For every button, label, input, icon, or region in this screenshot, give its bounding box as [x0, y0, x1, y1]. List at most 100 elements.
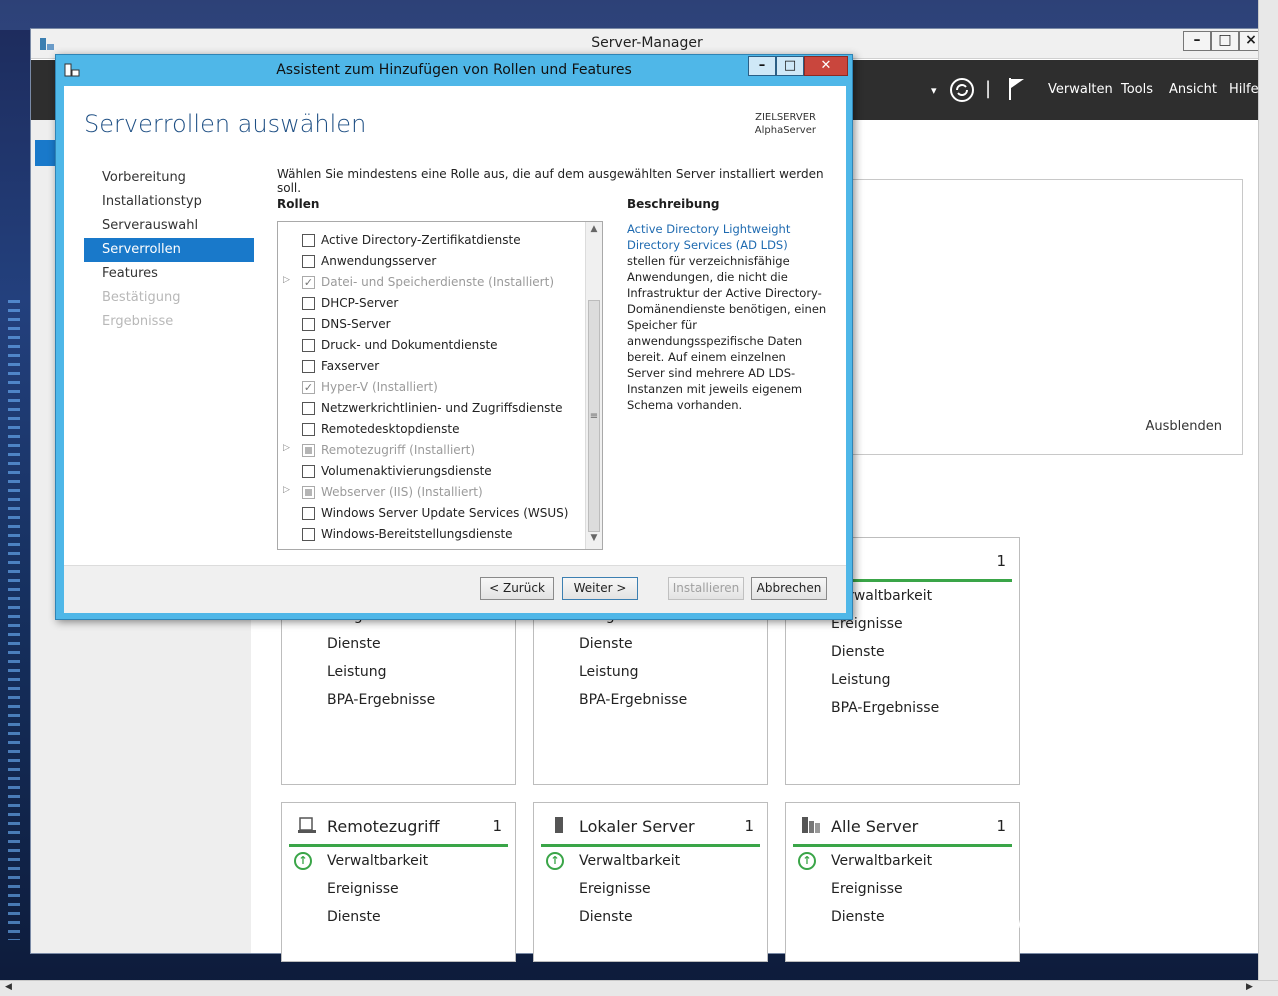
page-vertical-scrollbar[interactable] — [1258, 0, 1278, 980]
step-serverauswahl[interactable]: Serverauswahl — [84, 214, 254, 238]
role-item[interactable]: DHCP-Server — [278, 293, 586, 314]
tile-count: 1 — [996, 817, 1006, 835]
tile-row[interactable]: ↑ Verwaltbarkeit — [282, 847, 515, 875]
role-checkbox[interactable] — [302, 297, 315, 310]
flag-notifications-icon[interactable] — [1007, 76, 1027, 102]
menu-verwalten[interactable]: Verwalten — [1048, 82, 1113, 97]
tile-row[interactable]: Dienste — [786, 903, 1019, 931]
role-checkbox[interactable] — [302, 360, 315, 373]
maximize-button[interactable]: □ — [1211, 31, 1239, 51]
role-item[interactable]: Active Directory-Zertifikatdienste — [278, 230, 586, 251]
page-title: Serverrollen auswählen — [84, 110, 367, 138]
local-server-icon — [555, 817, 563, 833]
role-checkbox[interactable] — [302, 234, 315, 247]
role-item[interactable]: DNS-Server — [278, 314, 586, 335]
role-checkbox: ✓ — [302, 276, 315, 289]
step-vorbereitung[interactable]: Vorbereitung — [84, 166, 254, 190]
role-item[interactable]: Remotedesktopdienste — [278, 419, 586, 440]
wizard-minimize-button[interactable]: – — [748, 56, 776, 76]
cancel-button[interactable]: Abbrechen — [751, 577, 827, 600]
tile-row[interactable]: Leistung — [534, 658, 767, 686]
role-label: Datei- und Speicherdienste (Installiert) — [321, 275, 554, 289]
tile-row[interactable]: Leistung — [786, 666, 1019, 694]
menu-tools[interactable]: Tools — [1121, 82, 1153, 97]
expand-arrow-icon[interactable]: ▷ — [283, 443, 290, 453]
description-link[interactable]: Active Directory Lightweight Directory S… — [627, 222, 790, 252]
tile-row[interactable]: BPA-Ergebnisse — [786, 694, 1019, 722]
sidebar-selected-marker — [35, 140, 55, 166]
role-checkbox: ✓ — [302, 381, 315, 394]
refresh-icon[interactable] — [949, 77, 975, 103]
role-description: Active Directory Lightweight Directory S… — [627, 221, 827, 413]
tile-row[interactable]: Dienste — [282, 630, 515, 658]
back-button[interactable]: < Zurück — [480, 577, 554, 600]
scroll-right-icon[interactable]: ▶ — [1246, 982, 1253, 992]
role-item[interactable]: Faxserver — [278, 356, 586, 377]
scroll-up-icon[interactable]: ▲ — [588, 224, 600, 238]
role-item[interactable]: Netzwerkrichtlinien- und Zugriffsdienste — [278, 398, 586, 419]
tile-row[interactable]: Dienste — [534, 903, 767, 931]
roles-list[interactable]: ▲ ≡ ▼ Active Directory-Zertifikatdienste… — [277, 221, 603, 550]
tile-row[interactable]: Ereignisse — [282, 875, 515, 903]
next-button[interactable]: Weiter > — [562, 577, 638, 600]
server-rack-lights — [8, 300, 20, 940]
expand-arrow-icon[interactable]: ▷ — [283, 275, 290, 285]
wizard-close-button[interactable]: ✕ — [804, 56, 848, 76]
tile-row[interactable]: Dienste — [786, 638, 1019, 666]
tile-row[interactable]: Dienste — [534, 630, 767, 658]
page-horizontal-scrollbar[interactable]: ◀ ▶ — [0, 980, 1278, 996]
tile-row[interactable]: ↑ Verwaltbarkeit — [786, 847, 1019, 875]
tile-remotezugriff[interactable]: Remotezugriff 1 ↑ Verwaltbarkeit Ereignis… — [281, 802, 516, 962]
role-checkbox[interactable] — [302, 528, 315, 541]
step-serverrollen[interactable]: Serverrollen — [84, 238, 254, 262]
tile-row[interactable]: ↑ Verwaltbarkeit — [534, 847, 767, 875]
scroll-thumb[interactable]: ≡ — [588, 300, 600, 532]
role-checkbox[interactable] — [302, 339, 315, 352]
tile-title: Alle Server — [831, 817, 919, 836]
expand-arrow-icon[interactable]: ▷ — [283, 485, 290, 495]
role-label: Webserver (IIS) (Installiert) — [321, 485, 483, 499]
role-item[interactable]: Volumenaktivierungsdienste — [278, 461, 586, 482]
tile-row[interactable]: BPA-Ergebnisse — [534, 686, 767, 714]
role-checkbox[interactable] — [302, 465, 315, 478]
wizard-titlebar[interactable]: Assistent zum Hinzufügen von Rollen und … — [56, 55, 852, 85]
license-watermark: Die Windows-Lizenz ist gültig für 171 Ta… — [989, 914, 1268, 954]
tile-row[interactable]: Ereignisse — [534, 875, 767, 903]
role-item[interactable]: Anwendungsserver — [278, 251, 586, 272]
menu-ansicht[interactable]: Ansicht — [1169, 82, 1217, 97]
role-checkbox[interactable] — [302, 318, 315, 331]
dropdown-arrow-icon[interactable]: ▾ — [931, 84, 937, 97]
role-checkbox[interactable] — [302, 423, 315, 436]
role-item[interactable]: Druck- und Dokumentdienste — [278, 335, 586, 356]
tile-row[interactable]: BPA-Ergebnisse — [282, 686, 515, 714]
roles-scrollbar[interactable]: ▲ ≡ ▼ — [585, 222, 602, 549]
tile-count: 1 — [996, 552, 1006, 570]
tile-row[interactable]: Leistung — [282, 658, 515, 686]
scroll-down-icon[interactable]: ▼ — [588, 533, 600, 547]
role-checkbox[interactable] — [302, 402, 315, 415]
build-text: Build 92 — [1210, 936, 1268, 952]
tile-title: Remotezugriff — [327, 817, 440, 836]
step-installationstyp[interactable]: Installationstyp — [84, 190, 254, 214]
role-checkbox[interactable] — [302, 507, 315, 520]
hide-welcome-link[interactable]: Ausblenden — [1146, 419, 1223, 434]
remote-access-icon — [298, 817, 316, 833]
tile-lokaler-server[interactable]: Lokaler Server 1 ↑ Verwaltbarkeit Ereigni… — [533, 802, 768, 962]
minimize-button[interactable]: – — [1183, 31, 1211, 51]
target-server-label: ZIELSERVER — [755, 112, 816, 123]
tile-alle-server[interactable]: Alle Server 1 ↑ Verwaltbarkeit Ereignisse… — [785, 802, 1020, 962]
scroll-left-icon[interactable]: ◀ — [5, 982, 12, 992]
role-checkbox[interactable] — [302, 255, 315, 268]
step-features[interactable]: Features — [84, 262, 254, 286]
tile-row[interactable]: Ereignisse — [786, 875, 1019, 903]
tile-header: Lokaler Server 1 — [541, 803, 760, 847]
role-item[interactable]: Windows Server Update Services (WSUS) — [278, 503, 586, 524]
menu-hilfe[interactable]: Hilfe — [1229, 82, 1259, 97]
role-item[interactable]: Windows-Bereitstellungsdienste — [278, 524, 586, 545]
wizard-content: Serverrollen auswählen ZIELSERVER AlphaS… — [64, 86, 846, 613]
role-label: DHCP-Server — [321, 296, 399, 310]
wizard-steps-nav: Vorbereitung Installationstyp Serverausw… — [84, 166, 254, 334]
tile-row[interactable]: Dienste — [282, 903, 515, 931]
wizard-maximize-button[interactable]: □ — [776, 56, 804, 76]
install-button: Installieren — [668, 577, 744, 600]
